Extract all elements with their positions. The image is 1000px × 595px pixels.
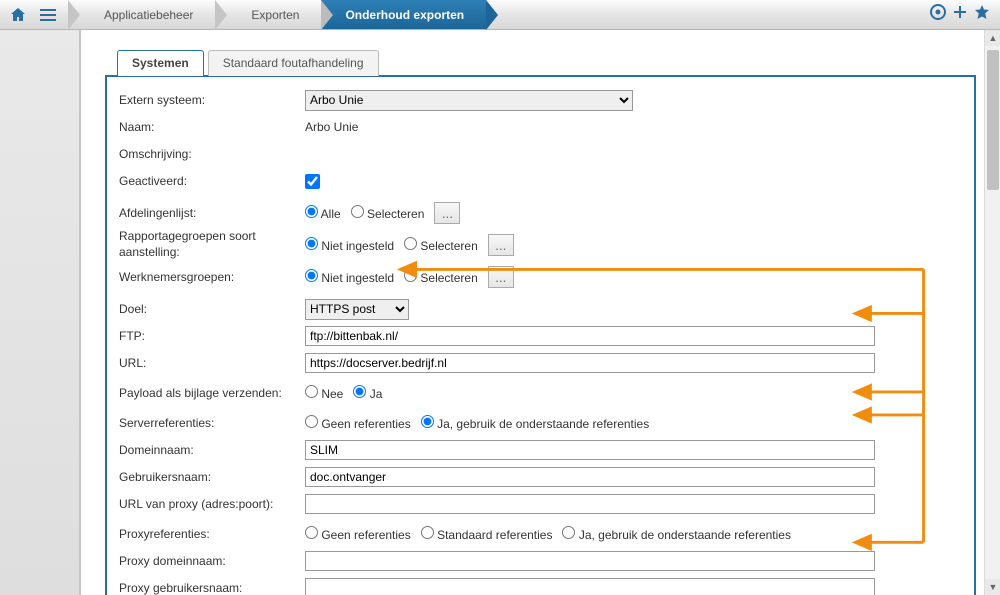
vertical-scrollbar[interactable]: ▲ ▼ [984,30,1000,595]
proxyref-radio-ja[interactable] [562,526,575,539]
proxyref-radio-standaard[interactable] [421,526,434,539]
extern-systeem-label: Extern systeem: [117,93,305,107]
breadcrumb-label: Applicatiebeheer [104,8,193,22]
doel-select[interactable]: HTTPS post [305,299,409,320]
payload-radio-ja[interactable] [353,385,366,398]
url-input[interactable] [305,353,875,373]
breadcrumb: Applicatiebeheer Exporten Onderhoud expo… [62,0,486,29]
omschrijving-label: Omschrijving: [117,147,305,161]
werknemers-radio-selecteren[interactable] [404,269,417,282]
naam-label: Naam: [117,120,305,134]
proxygebruiker-input[interactable] [305,578,875,595]
content: Systemen Standaard foutafhandeling Exter… [80,30,1000,595]
breadcrumb-label: Exporten [251,8,299,22]
geactiveerd-label: Geactiveerd: [117,174,305,188]
gebruikersnaam-label: Gebruikersnaam: [117,470,305,484]
help-icon[interactable] [930,4,946,25]
afdelingenlijst-label: Afdelingenlijst: [117,206,305,220]
ftp-label: FTP: [117,329,305,343]
proxyref-label: Proxyreferenties: [117,527,305,541]
left-rail [0,30,80,595]
serverref-label: Serverreferenties: [117,416,305,430]
serverref-radio-geen[interactable] [305,415,318,428]
naam-value: Arbo Unie [305,120,358,134]
payload-radio-nee[interactable] [305,385,318,398]
werknemers-radio-niet[interactable] [305,269,318,282]
serverref-radio-ja[interactable] [421,415,434,428]
rapportage-radio-selecteren[interactable] [404,237,417,250]
rapportage-select-button[interactable]: ... [488,234,514,256]
form-panel: Extern systeem: Arbo Unie Naam: Arbo Uni… [105,75,976,595]
star-icon[interactable] [974,4,990,25]
domein-input[interactable] [305,440,875,460]
scroll-down-icon[interactable]: ▼ [985,579,1000,595]
url-label: URL: [117,356,305,370]
proxydomein-input[interactable] [305,551,875,571]
scroll-up-icon[interactable]: ▲ [985,30,1000,46]
afdelingen-select-button[interactable]: ... [434,202,460,224]
rapportage-radio-niet[interactable] [305,237,318,250]
breadcrumb-label: Onderhoud exporten [345,8,464,22]
werknemers-label: Werknemersgroepen: [117,270,305,284]
proxygebruiker-label: Proxy gebruikersnaam: [117,581,305,595]
ftp-input[interactable] [305,326,875,346]
extern-systeem-select[interactable]: Arbo Unie [305,90,633,111]
home-icon[interactable] [6,3,30,27]
top-toolbar: Applicatiebeheer Exporten Onderhoud expo… [0,0,1000,30]
urlproxy-label: URL van proxy (adres:poort): [117,497,305,511]
proxyref-radio-geen[interactable] [305,526,318,539]
breadcrumb-onderhoud-exporten[interactable]: Onderhoud exporten [321,0,486,29]
proxydomein-label: Proxy domeinnaam: [117,554,305,568]
doel-label: Doel: [117,302,305,316]
geactiveerd-checkbox[interactable] [305,174,320,189]
gebruikersnaam-input[interactable] [305,467,875,487]
urlproxy-input[interactable] [305,494,875,514]
breadcrumb-exporten[interactable]: Exporten [227,0,321,29]
rapportage-label: Rapportagegroepen soort aanstelling: [117,229,305,260]
payload-label: Payload als bijlage verzenden: [117,386,305,400]
afdelingen-radio-selecteren[interactable] [351,205,364,218]
add-icon[interactable] [952,4,968,25]
breadcrumb-applicatiebeheer[interactable]: Applicatiebeheer [80,0,215,29]
menu-icon[interactable] [36,3,60,27]
tab-standaard-foutafhandeling[interactable]: Standaard foutafhandeling [208,50,379,76]
domein-label: Domeinnaam: [117,443,305,457]
tab-systemen[interactable]: Systemen [117,50,204,76]
afdelingen-radio-alle[interactable] [305,205,318,218]
tabs: Systemen Standaard foutafhandeling [117,50,976,76]
scroll-thumb[interactable] [987,50,999,190]
werknemers-select-button[interactable]: ... [488,266,514,288]
